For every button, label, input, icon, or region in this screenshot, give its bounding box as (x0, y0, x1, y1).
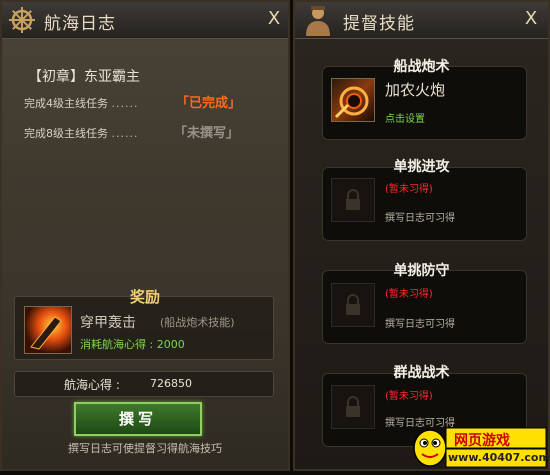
skill-set-button[interactable]: 点击设置 (385, 110, 425, 125)
write-log-hint: 撰写日志可使提督习得航海技巧 (68, 442, 222, 455)
task-label: 完成4级主线任务 (24, 97, 108, 110)
points-box (14, 371, 274, 397)
reward-skill-name: 穿甲轰击 (80, 315, 136, 331)
skill-category-group-tactics: 群战战术 (393, 365, 450, 381)
skill-slot-locked (331, 178, 375, 222)
reward-skill-type: (船战炮术技能) (160, 316, 235, 329)
task-row-2: 完成8级主线任务 ...... (24, 125, 138, 141)
skill-status-unlearned: (暂未习得) (385, 184, 433, 195)
task-status-unwritten: 「未撰写」 (174, 126, 240, 141)
armor-piercing-skill-icon[interactable] (24, 306, 72, 354)
admiral-skills-close-button[interactable]: X (521, 8, 541, 30)
lock-icon (346, 396, 360, 417)
admiral-skills-titlebar: 提督技能 X (295, 2, 548, 39)
watermark-url: www.40407.com (448, 451, 550, 464)
skill-category-duel-defense: 单挑防守 (393, 263, 450, 279)
task-dots: ...... (111, 127, 139, 140)
voyage-log-close-button[interactable]: X (264, 8, 284, 30)
voyage-log-titlebar: 航海日志 X (2, 2, 288, 39)
skill-category-duel-attack: 单挑进攻 (393, 159, 450, 175)
skill-status-unlearned: (暂未习得) (385, 289, 433, 300)
task-status-completed: 「已完成」 (176, 96, 242, 111)
admiral-skills-title: 提督技能 (343, 14, 415, 34)
captain-bust-icon (306, 6, 330, 36)
chapter-title: 【初章】东亚霸主 (28, 69, 140, 85)
watermark-brand: 网页游戏 (454, 433, 510, 449)
site-watermark: 网页游戏 www.40407.com (410, 422, 550, 471)
reward-cost: 消耗航海心得 : 2000 (80, 338, 185, 351)
reward-title: 奖励 (129, 288, 160, 306)
skill-category-naval-gunnery: 船战炮术 (393, 59, 450, 75)
cannon-skill-icon[interactable] (331, 78, 375, 122)
task-label: 完成8级主线任务 (24, 127, 108, 140)
task-dots: ...... (111, 97, 139, 110)
skill-slot-locked (331, 385, 375, 429)
voyage-log-title: 航海日志 (44, 14, 116, 34)
skill-hint: 撰写日志可习得 (385, 319, 455, 330)
points-label: 航海心得 : (64, 378, 120, 392)
lock-icon (346, 189, 360, 210)
points-value: 726850 (150, 377, 192, 390)
write-log-button[interactable]: 撰写 (74, 402, 202, 436)
skill-hint: 撰写日志可习得 (385, 213, 455, 224)
skill-name-cannon: 加农火炮 (385, 81, 446, 99)
ship-wheel-icon (9, 7, 35, 33)
skill-status-unlearned: (暂未习得) (385, 391, 433, 402)
task-row-1: 完成4级主线任务 ...... (24, 95, 138, 111)
lock-icon (346, 294, 360, 315)
skill-slot-locked (331, 283, 375, 327)
